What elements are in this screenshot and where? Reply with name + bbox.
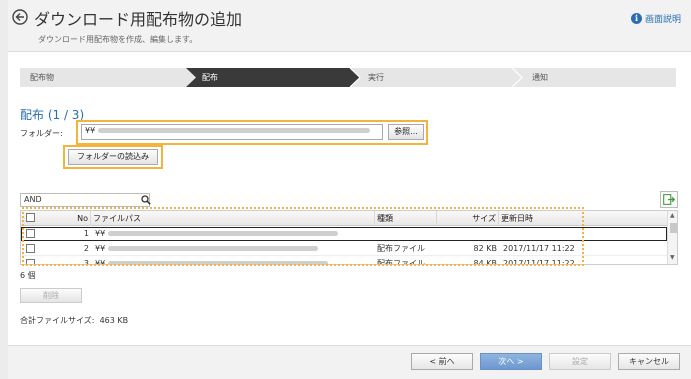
total-label: 合計ファイルサイズ: — [20, 316, 95, 325]
table-highlight — [22, 207, 584, 266]
prev-button[interactable]: < 前へ — [411, 353, 473, 370]
help-link[interactable]: i 画面説明 — [630, 12, 681, 25]
page-title: ダウンロード用配布物の追加 — [34, 10, 243, 29]
wizard-steps: 配布物 配布 実行 通知 — [20, 68, 676, 87]
step-1: 配布物 — [30, 73, 54, 82]
step-3: 実行 — [368, 73, 384, 82]
browse-button[interactable]: 参照... — [388, 124, 424, 140]
footer: < 前へ 次へ > 設定 キャンセル — [8, 345, 691, 379]
cancel-button[interactable]: キャンセル — [618, 353, 680, 370]
step-4: 通知 — [532, 73, 548, 82]
dialog-panel: ダウンロード用配布物の追加 ダウンロード用配布物を作成、編集します。 i 画面説… — [8, 0, 691, 379]
item-count: 6 個 — [20, 271, 36, 280]
search-value: AND — [24, 195, 42, 204]
table-scrollbar[interactable]: ▲ ▼ — [667, 211, 677, 264]
header: ダウンロード用配布物の追加 ダウンロード用配布物を作成、編集します。 i 画面説… — [8, 0, 691, 52]
step-2-current: 配布 — [202, 73, 218, 82]
help-label: 画面説明 — [644, 15, 681, 25]
scroll-thumb[interactable] — [670, 223, 677, 233]
total-file-size: 合計ファイルサイズ: 463 KB — [20, 315, 128, 326]
delete-button[interactable]: 削除 — [20, 288, 82, 303]
export-icon[interactable] — [660, 191, 678, 208]
folder-path-prefix: ¥¥ — [85, 126, 96, 135]
settings-button[interactable]: 設定 — [549, 353, 611, 370]
next-button[interactable]: 次へ > — [480, 353, 542, 370]
page-subtitle: ダウンロード用配布物を作成、編集します。 — [38, 35, 198, 44]
redacted-path — [97, 128, 370, 133]
folder-path-input[interactable]: ¥¥ — [81, 124, 383, 140]
search-icon[interactable] — [141, 195, 151, 205]
search-input[interactable]: AND — [20, 193, 151, 207]
folder-label: フォルダー: — [20, 129, 63, 138]
total-value: 463 KB — [99, 316, 129, 325]
section-title: 配布 (1 / 3) — [20, 108, 85, 122]
info-icon: i — [630, 13, 642, 24]
scroll-down-icon[interactable]: ▼ — [670, 254, 675, 261]
wizard-steps-bar — [20, 68, 676, 87]
scroll-up-icon[interactable]: ▲ — [670, 212, 675, 219]
back-arrow-icon[interactable] — [12, 9, 28, 25]
load-folder-button[interactable]: フォルダーの読込み — [68, 149, 158, 165]
